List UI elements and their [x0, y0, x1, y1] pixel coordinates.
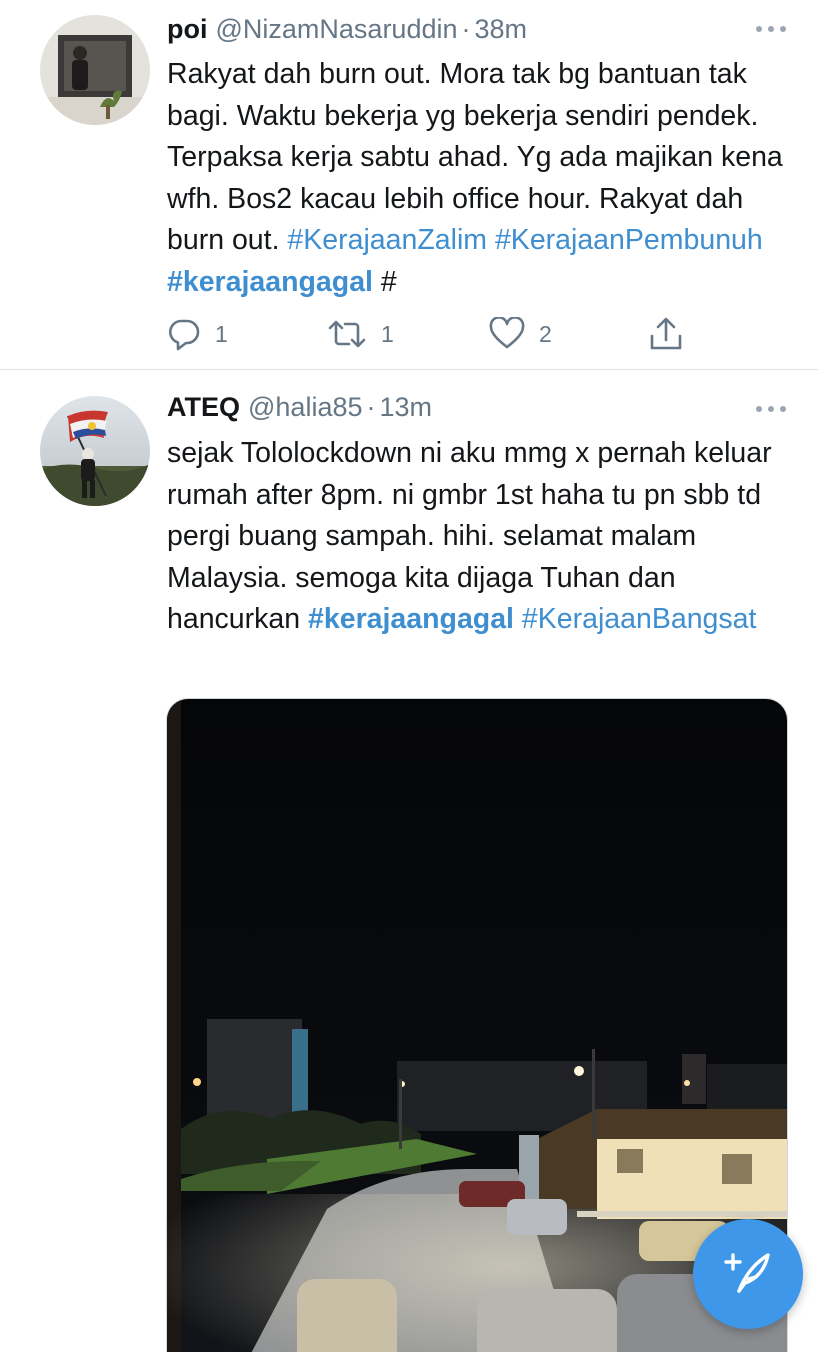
- author-name[interactable]: ATEQ: [167, 391, 240, 423]
- avatar[interactable]: [40, 15, 150, 125]
- share-button[interactable]: [649, 314, 683, 354]
- hashtag-link[interactable]: #KerajaanZalim: [287, 224, 487, 256]
- separator-dot: ·: [366, 392, 376, 422]
- text-space: [514, 603, 522, 635]
- retweet-count: 1: [381, 320, 394, 347]
- reply-count: 1: [215, 320, 228, 347]
- avatar[interactable]: [40, 396, 150, 506]
- more-dots-icon[interactable]: [756, 404, 786, 414]
- author-name[interactable]: poi: [167, 13, 208, 45]
- heart-icon: [489, 317, 525, 351]
- hashtag-link[interactable]: #KerajaanBangsat: [522, 603, 757, 635]
- separator-dot: ·: [461, 14, 471, 44]
- reply-bubble-icon: [167, 317, 201, 351]
- like-count: 2: [539, 320, 552, 347]
- timestamp[interactable]: 38m: [475, 13, 528, 45]
- more-dots-icon[interactable]: [756, 24, 786, 34]
- reply-button[interactable]: 1: [167, 314, 228, 354]
- tweet-text-tail: #: [372, 265, 397, 298]
- retweet-button[interactable]: 1: [327, 314, 394, 354]
- tweet-header: ATEQ @halia85 · 13m: [167, 391, 432, 423]
- tweet-text: Rakyat dah burn out. Mora tak bg bantuan…: [167, 54, 792, 303]
- author-handle[interactable]: @NizamNasaruddin: [216, 13, 458, 45]
- compose-feather-plus-icon: [721, 1245, 775, 1304]
- timestamp[interactable]: 13m: [380, 391, 433, 423]
- tweet-photo[interactable]: [166, 698, 788, 1352]
- like-button[interactable]: 2: [489, 314, 552, 354]
- hashtag-link[interactable]: #kerajaangagal: [308, 603, 514, 635]
- tweet-header: poi @NizamNasaruddin · 38m: [167, 13, 527, 45]
- share-upload-icon: [649, 316, 683, 352]
- hashtag-link[interactable]: #kerajaangagal: [167, 266, 373, 298]
- retweet-arrows-icon: [327, 317, 367, 351]
- hashtag-link[interactable]: #KerajaanPembunuh: [495, 224, 763, 256]
- tweet-1[interactable]: poi @NizamNasaruddin · 38m Rakyat dah bu…: [0, 0, 818, 369]
- tweet-2[interactable]: ATEQ @halia85 · 13m sejak Tololockdown n…: [0, 369, 818, 1352]
- tweet-text: sejak Tololockdown ni aku mmg x pernah k…: [167, 433, 792, 641]
- compose-tweet-button[interactable]: [693, 1219, 803, 1329]
- text-space: [487, 224, 495, 256]
- author-handle[interactable]: @halia85: [248, 391, 363, 423]
- tweet-actions: 1 1 2: [167, 314, 687, 354]
